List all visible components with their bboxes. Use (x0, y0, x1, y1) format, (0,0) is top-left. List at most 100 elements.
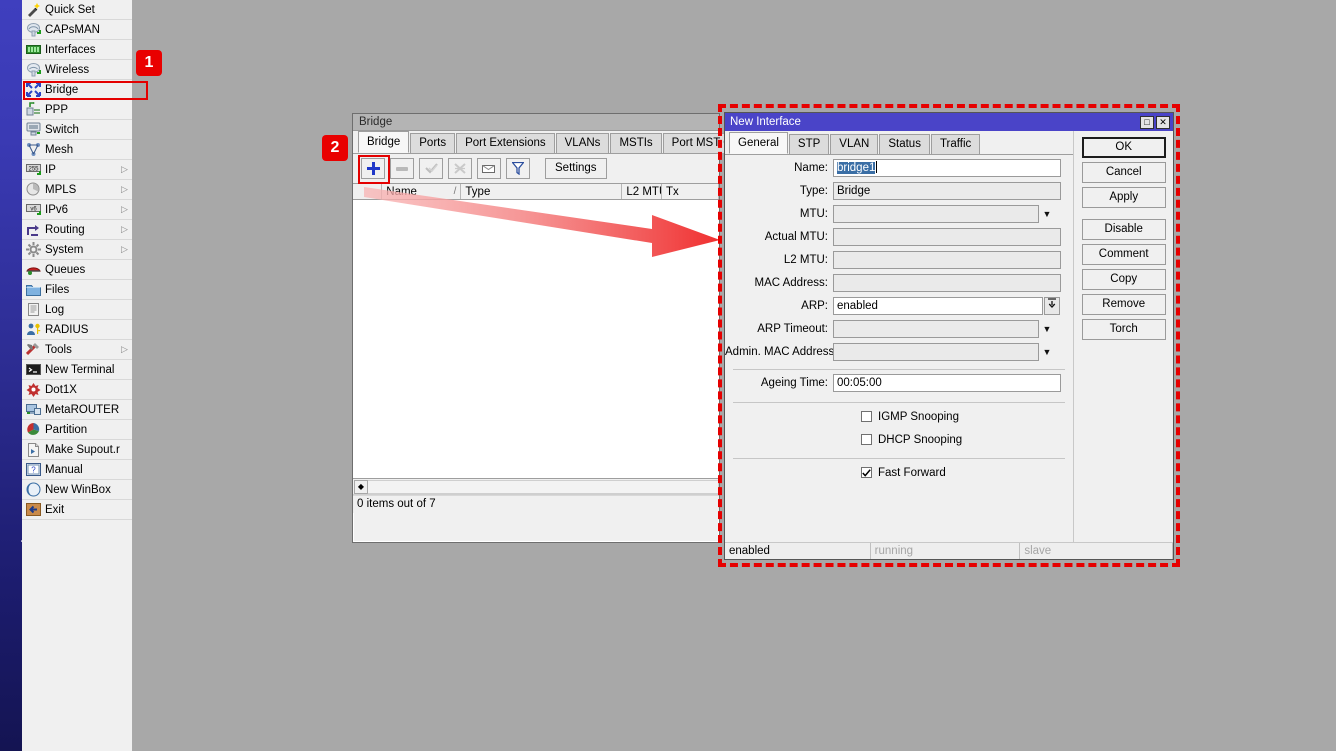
torch-button[interactable]: Torch (1082, 319, 1166, 340)
column-header-name[interactable]: Name/ (382, 184, 461, 199)
cancel-button[interactable]: Cancel (1082, 162, 1166, 183)
igmp-snooping-checkbox-row[interactable]: IGMP Snooping (725, 407, 1073, 426)
dialog-titlebar: New Interface □ ✕ (725, 113, 1173, 131)
bridge-window[interactable]: Bridge BridgePortsPort ExtensionsVLANsMS… (352, 113, 720, 543)
sidebar-item-ipv6[interactable]: v6IPv6▷ (22, 200, 132, 220)
actual-mtu-input[interactable] (833, 228, 1061, 246)
admin-mac-address-input[interactable] (833, 343, 1039, 361)
status-cell-enabled: enabled (725, 543, 871, 559)
form-divider (733, 369, 1065, 370)
sidebar-item-ip[interactable]: 255IP▷ (22, 160, 132, 180)
type-input[interactable]: Bridge (833, 182, 1061, 200)
chevron-down-icon[interactable]: ▼ (1039, 320, 1055, 338)
sidebar-item-new-terminal[interactable]: New Terminal (22, 360, 132, 380)
field-label: Type: (725, 185, 833, 197)
tools-icon (26, 342, 41, 357)
name-input[interactable]: bridge1 (833, 159, 1061, 177)
dialog-tab-status[interactable]: Status (879, 134, 930, 154)
dhcp-snooping-checkbox-row[interactable]: DHCP Snooping (725, 430, 1073, 449)
bridge-tab-ports[interactable]: Ports (410, 133, 455, 153)
scroll-left-icon[interactable]: ◆ (354, 480, 368, 494)
sidebar-item-log[interactable]: Log (22, 300, 132, 320)
enable-bridge-button[interactable] (419, 158, 443, 179)
maximize-icon[interactable]: □ (1140, 116, 1154, 129)
add-bridge-button[interactable] (361, 158, 385, 179)
sidebar-item-label: RADIUS (45, 324, 120, 336)
sidebar-item-exit[interactable]: Exit (22, 500, 132, 520)
main-menu-panel: Quick SetCAPsMANInterfacesWirelessBridge… (22, 0, 133, 751)
dialog-content: GeneralSTPVLANStatusTraffic Name:bridge1… (725, 131, 1073, 542)
dialog-tab-traffic[interactable]: Traffic (931, 134, 980, 154)
sidebar-item-switch[interactable]: Switch (22, 120, 132, 140)
scroll-track[interactable] (368, 480, 719, 494)
column-header-label: L2 MTU (626, 186, 662, 198)
fast-forward-checkbox[interactable] (861, 467, 872, 478)
column-header-tx[interactable]: Tx (662, 184, 719, 199)
apply-button[interactable]: Apply (1082, 187, 1166, 208)
column-header-type[interactable]: Type (461, 184, 622, 199)
sidebar-item-label: Routing (45, 224, 120, 236)
bridge-horizontal-scrollbar[interactable]: ◆ (353, 479, 719, 495)
sidebar-item-queues[interactable]: Queues (22, 260, 132, 280)
sidebar-item-metarouter[interactable]: MetaROUTER (22, 400, 132, 420)
log-icon (26, 302, 41, 317)
bridge-tab-mstis[interactable]: MSTIs (610, 133, 661, 153)
arp-dropdown-button[interactable] (1044, 297, 1060, 315)
new-interface-dialog[interactable]: New Interface □ ✕ GeneralSTPVLANStatusTr… (724, 112, 1174, 560)
sidebar-item-label: Exit (45, 504, 120, 516)
ok-button[interactable]: OK (1082, 137, 1166, 158)
sidebar-item-interfaces[interactable]: Interfaces (22, 40, 132, 60)
field-label: Name: (725, 162, 833, 174)
sidebar-item-files[interactable]: Files (22, 280, 132, 300)
sidebar-item-wireless[interactable]: Wireless (22, 60, 132, 80)
sidebar-item-bridge[interactable]: Bridge (22, 80, 132, 100)
sidebar-item-system[interactable]: System▷ (22, 240, 132, 260)
mac-address-input[interactable] (833, 274, 1061, 292)
dialog-tab-general[interactable]: General (729, 132, 788, 154)
disable-bridge-button[interactable] (448, 158, 472, 179)
sidebar-item-new-winbox[interactable]: New WinBox (22, 480, 132, 500)
sidebar-item-partition[interactable]: Partition (22, 420, 132, 440)
dialog-tab-vlan[interactable]: VLAN (830, 134, 878, 154)
arp-input[interactable]: enabled (833, 297, 1043, 315)
copy-button[interactable]: Copy (1082, 269, 1166, 290)
fast-forward-checkbox-row[interactable]: Fast Forward (725, 463, 1073, 482)
sidebar-item-routing[interactable]: Routing▷ (22, 220, 132, 240)
bridge-tab-bridge[interactable]: Bridge (358, 131, 409, 153)
column-header-l2-mtu[interactable]: L2 MTU (622, 184, 662, 199)
column-header-label: Name (386, 186, 417, 198)
bridge-settings-button[interactable]: Settings (545, 158, 607, 179)
comment-button[interactable]: Comment (1082, 244, 1166, 265)
ageing-time-input[interactable]: 00:05:00 (833, 374, 1061, 392)
sidebar-item-make-supout-rif[interactable]: Make Supout.rif (22, 440, 132, 460)
mpls-icon (26, 182, 41, 197)
sidebar-item-dot1x[interactable]: Dot1X (22, 380, 132, 400)
comment-bridge-button[interactable] (477, 158, 501, 179)
remove-button[interactable]: Remove (1082, 294, 1166, 315)
chevron-down-icon[interactable]: ▼ (1039, 343, 1055, 361)
l2-mtu-input[interactable] (833, 251, 1061, 269)
sidebar-item-tools[interactable]: Tools▷ (22, 340, 132, 360)
sidebar-item-capsman[interactable]: CAPsMAN (22, 20, 132, 40)
form-divider (733, 458, 1065, 459)
bridge-tab-port-extensions[interactable]: Port Extensions (456, 133, 555, 153)
dhcp-snooping-checkbox[interactable] (861, 434, 872, 445)
disable-button[interactable]: Disable (1082, 219, 1166, 240)
sidebar-item-ppp[interactable]: PPP (22, 100, 132, 120)
close-icon[interactable]: ✕ (1156, 116, 1170, 129)
bridge-tab-vlans[interactable]: VLANs (556, 133, 610, 153)
sidebar-item-manual[interactable]: ?Manual (22, 460, 132, 480)
dialog-tab-stp[interactable]: STP (789, 134, 829, 154)
sidebar-item-radius[interactable]: RADIUS (22, 320, 132, 340)
arp-timeout-input[interactable] (833, 320, 1039, 338)
bridge-list-body[interactable] (353, 200, 719, 479)
igmp-snooping-checkbox[interactable] (861, 411, 872, 422)
sidebar-item-mpls[interactable]: MPLS▷ (22, 180, 132, 200)
mtu-input[interactable] (833, 205, 1039, 223)
submenu-arrow-icon: ▷ (120, 225, 129, 234)
sidebar-item-mesh[interactable]: Mesh (22, 140, 132, 160)
filter-bridge-button[interactable] (506, 158, 530, 179)
chevron-down-icon[interactable]: ▼ (1039, 205, 1055, 223)
remove-bridge-button[interactable] (390, 158, 414, 179)
sidebar-item-quick-set[interactable]: Quick Set (22, 0, 132, 20)
